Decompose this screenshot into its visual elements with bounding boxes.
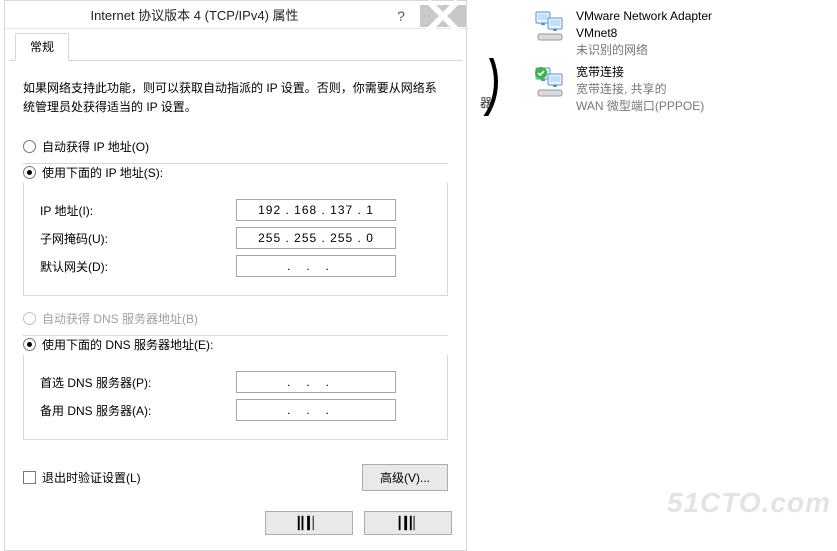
network-item-line3: 未识别的网络 bbox=[576, 42, 712, 59]
gateway-row: 默认网关(D): ... bbox=[36, 255, 435, 277]
gateway-label: 默认网关(D): bbox=[36, 258, 236, 275]
radio-icon bbox=[23, 166, 36, 179]
ip-fields-group: IP 地址(I): 192 . 168 . 137 . 1 子网掩码(U): 2… bbox=[23, 183, 448, 296]
network-item-line3: WAN 微型端口(PPPOE) bbox=[576, 98, 704, 115]
dialog-bottom-buttons bbox=[5, 501, 466, 550]
ip-address-row: IP 地址(I): 192 . 168 . 137 . 1 bbox=[36, 199, 435, 221]
radio-manual-ip-label: 使用下面的 IP 地址(S): bbox=[42, 164, 163, 181]
radio-manual-dns-row[interactable]: 使用下面的 DNS 服务器地址(E): bbox=[23, 336, 219, 353]
radio-auto-dns-label: 自动获得 DNS 服务器地址(B) bbox=[42, 310, 198, 327]
radio-auto-dns-row: 自动获得 DNS 服务器地址(B) bbox=[23, 310, 448, 327]
network-item-broadband[interactable]: 宽带连接 宽带连接, 共享的 WAN 微型端口(PPPOE) bbox=[532, 64, 812, 114]
ok-button[interactable] bbox=[265, 511, 353, 535]
alt-dns-row: 备用 DNS 服务器(A): ... bbox=[36, 399, 435, 421]
radio-auto-ip-label: 自动获得 IP 地址(O) bbox=[42, 138, 149, 155]
validate-checkbox-row[interactable]: 退出时验证设置(L) bbox=[23, 469, 141, 486]
alt-dns-input[interactable]: ... bbox=[236, 399, 396, 421]
ipv4-properties-dialog: Internet 协议版本 4 (TCP/IPv4) 属性 ? 常规 如果网络支… bbox=[4, 0, 467, 551]
gateway-input[interactable]: ... bbox=[236, 255, 396, 277]
pref-dns-input[interactable]: ... bbox=[236, 371, 396, 393]
network-adapter-icon bbox=[532, 8, 570, 47]
network-item-line2: 宽带连接, 共享的 bbox=[576, 81, 704, 98]
watermark: 51CTO.com bbox=[667, 487, 831, 519]
radio-auto-ip-row[interactable]: 自动获得 IP 地址(O) bbox=[23, 138, 448, 155]
close-button[interactable] bbox=[420, 5, 466, 27]
subnet-input[interactable]: 255 . 255 . 255 . 0 bbox=[236, 227, 396, 249]
alt-dns-label: 备用 DNS 服务器(A): bbox=[36, 402, 236, 419]
pref-dns-label: 首选 DNS 服务器(P): bbox=[36, 374, 236, 391]
dialog-titlebar: Internet 协议版本 4 (TCP/IPv4) 属性 ? bbox=[5, 1, 466, 29]
background-text-fragment: 器 bbox=[480, 94, 492, 111]
radio-icon bbox=[23, 140, 36, 153]
help-button[interactable]: ? bbox=[384, 5, 418, 27]
tab-strip: 常规 bbox=[9, 33, 462, 61]
network-item-text: 宽带连接 宽带连接, 共享的 WAN 微型端口(PPPOE) bbox=[576, 64, 704, 114]
radio-icon bbox=[23, 338, 36, 351]
radio-manual-dns-label: 使用下面的 DNS 服务器地址(E): bbox=[42, 336, 213, 353]
subnet-label: 子网掩码(U): bbox=[36, 230, 236, 247]
radio-manual-ip-row[interactable]: 使用下面的 IP 地址(S): bbox=[23, 164, 169, 181]
tab-general[interactable]: 常规 bbox=[15, 33, 69, 61]
network-item-vmnet8[interactable]: VMware Network Adapter VMnet8 未识别的网络 bbox=[532, 8, 812, 58]
cancel-button[interactable] bbox=[364, 511, 452, 535]
subnet-row: 子网掩码(U): 255 . 255 . 255 . 0 bbox=[36, 227, 435, 249]
network-item-line1: 宽带连接 bbox=[576, 64, 704, 81]
dns-fields-group: 首选 DNS 服务器(P): ... 备用 DNS 服务器(A): ... bbox=[23, 355, 448, 440]
network-item-text: VMware Network Adapter VMnet8 未识别的网络 bbox=[576, 8, 712, 58]
dialog-content: 如果网络支持此功能，则可以获取自动指派的 IP 设置。否则，你需要从网络系统管理… bbox=[5, 61, 466, 501]
radio-icon bbox=[23, 312, 36, 325]
network-item-line1: VMware Network Adapter bbox=[576, 8, 712, 25]
dialog-title: Internet 协议版本 4 (TCP/IPv4) 属性 bbox=[5, 5, 384, 24]
pref-dns-row: 首选 DNS 服务器(P): ... bbox=[36, 371, 435, 393]
ip-address-label: IP 地址(I): bbox=[36, 202, 236, 219]
checkbox-icon bbox=[23, 471, 36, 484]
advanced-button[interactable]: 高级(V)... bbox=[362, 464, 448, 491]
ip-address-input[interactable]: 192 . 168 . 137 . 1 bbox=[236, 199, 396, 221]
validate-checkbox-label: 退出时验证设置(L) bbox=[42, 469, 141, 486]
description-text: 如果网络支持此功能，则可以获取自动指派的 IP 设置。否则，你需要从网络系统管理… bbox=[23, 79, 448, 116]
network-item-line2: VMnet8 bbox=[576, 25, 712, 42]
network-adapter-icon bbox=[532, 64, 570, 103]
